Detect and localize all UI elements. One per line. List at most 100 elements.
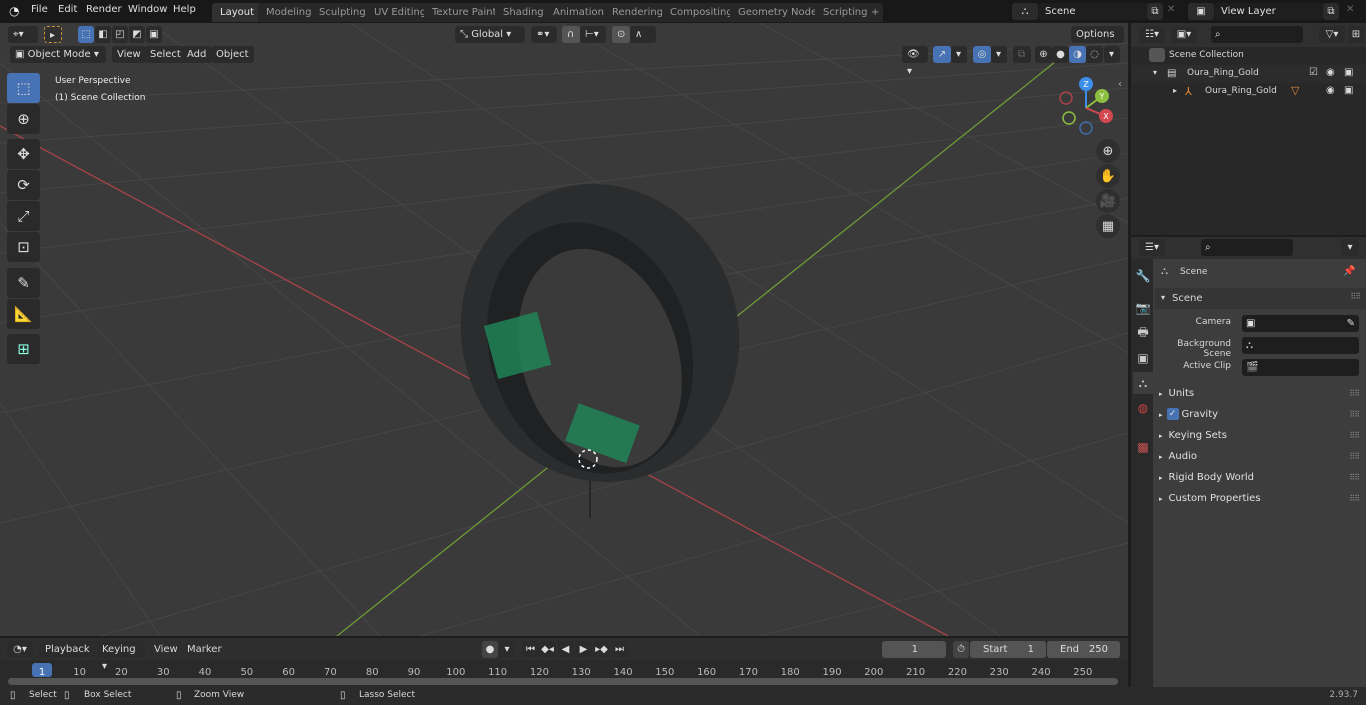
delete-view-layer-icon[interactable]: ✕ xyxy=(1346,4,1354,15)
new-view-layer-icon[interactable]: ⧉ xyxy=(1323,3,1339,20)
units-section[interactable]: ▸ Units ⠿⠿ xyxy=(1159,383,1365,404)
tab-layout[interactable]: Layout xyxy=(212,3,262,22)
texture-tab-icon[interactable]: ▩ xyxy=(1133,436,1153,458)
tab-animation[interactable]: Animation xyxy=(545,3,612,22)
drag-handle-icon[interactable]: ⠿⠿ xyxy=(1350,292,1361,301)
rigid-body-world-section[interactable]: ▸ Rigid Body World ⠿⠿ xyxy=(1159,467,1365,488)
tool-select-icon[interactable]: ▸ xyxy=(44,26,62,43)
rendered-shading-icon[interactable]: ◌ xyxy=(1086,46,1103,63)
tab-sculpting[interactable]: Sculpting xyxy=(311,3,374,22)
current-frame-field[interactable]: 1 xyxy=(882,641,946,658)
mode-difference-icon[interactable]: ◩ xyxy=(129,26,145,43)
tab-shading[interactable]: Shading xyxy=(495,3,552,22)
measure-tool[interactable]: 📐 xyxy=(7,299,40,329)
auto-key-icon[interactable]: ● xyxy=(482,641,498,658)
blender-logo-icon[interactable]: ◔ xyxy=(9,4,19,18)
properties-options-icon[interactable]: ▾ xyxy=(1341,239,1359,256)
pin-icon[interactable]: 📌 xyxy=(1343,266,1355,277)
view-layer-selector-icon[interactable]: ▣ xyxy=(1188,3,1214,20)
menu-add[interactable]: Add xyxy=(182,46,212,63)
overlay-toggle-icon[interactable]: ◎ xyxy=(973,46,991,63)
solid-shading-icon[interactable]: ● xyxy=(1052,46,1069,63)
new-scene-icon[interactable]: ⧉ xyxy=(1147,3,1163,20)
menu-object[interactable]: Object xyxy=(211,46,254,63)
playback-menu[interactable]: Playback ▾ xyxy=(40,641,96,672)
annotate-tool[interactable]: ✎ xyxy=(7,268,40,298)
options-dropdown[interactable]: Options ▾ xyxy=(1071,26,1124,57)
expand-arrow-icon[interactable]: ▸ xyxy=(1173,86,1177,95)
gravity-checkbox[interactable]: ✓ xyxy=(1166,408,1179,420)
transform-orientation-dropdown[interactable]: ⤡ Global ▾ xyxy=(455,26,525,43)
gizmo-toggle-icon[interactable]: ↗ xyxy=(933,46,951,63)
timeline-editor-type-icon[interactable]: ◔▾ xyxy=(7,641,33,658)
select-box-tool[interactable]: ⬚ xyxy=(7,73,40,103)
jump-end-icon[interactable]: ⏭ xyxy=(611,641,628,658)
drag-handle-icon[interactable]: ⠿⠿ xyxy=(1349,383,1360,404)
snap-target-icon[interactable]: ⊢▾ xyxy=(580,26,606,43)
drag-handle-icon[interactable]: ⠿⠿ xyxy=(1349,446,1360,467)
camera-field[interactable]: ▣ ✎ xyxy=(1242,315,1359,332)
mode-extend-icon[interactable]: ◧ xyxy=(95,26,111,43)
render-tab-icon[interactable]: 📷 xyxy=(1133,297,1153,319)
view-layer-name-field[interactable]: View Layer xyxy=(1215,3,1323,20)
menu-view[interactable]: View xyxy=(112,46,146,63)
drag-handle-icon[interactable]: ⠿⠿ xyxy=(1349,488,1360,509)
scale-tool[interactable]: ⤢ xyxy=(7,201,40,231)
audio-section[interactable]: ▸ Audio ⠿⠿ xyxy=(1159,446,1365,467)
drag-handle-icon[interactable]: ⠿⠿ xyxy=(1349,467,1360,488)
delete-scene-icon[interactable]: ✕ xyxy=(1167,4,1175,15)
properties-search-input[interactable]: ⌕ xyxy=(1201,239,1293,256)
rotate-tool[interactable]: ⟳ xyxy=(7,170,40,200)
eye-icon[interactable]: ◉ xyxy=(1326,85,1335,96)
end-frame-field[interactable]: End 250 xyxy=(1047,641,1120,658)
mode-intersect-icon[interactable]: ▣ xyxy=(146,26,162,43)
snap-toggle-icon[interactable]: ∩ xyxy=(562,26,580,43)
mode-dropdown[interactable]: ▣ Object Mode ▾ xyxy=(10,46,106,63)
outliner-search-input[interactable]: ⌕ xyxy=(1211,26,1303,43)
outliner-row-collection[interactable]: ▾ ▤ Oura_Ring_Gold ☑ ◉ ▣ xyxy=(1131,65,1366,83)
tab-compositing[interactable]: Compositing xyxy=(662,3,741,22)
pivot-point-icon[interactable]: ⚭▾ xyxy=(531,26,557,43)
outliner-row-object[interactable]: ▸ ⅄ Oura_Ring_Gold ▽ ◉ ▣ xyxy=(1131,83,1366,101)
marker-menu[interactable]: Marker xyxy=(187,644,222,655)
add-workspace-button[interactable]: + xyxy=(867,3,884,22)
prev-keyframe-icon[interactable]: ◆◂ xyxy=(539,641,556,658)
menu-file[interactable]: File xyxy=(31,4,48,15)
falloff-icon[interactable]: ∧ xyxy=(630,26,656,43)
expand-arrow-icon[interactable]: ▾ xyxy=(1153,68,1157,77)
filter-icon[interactable]: ▽▾ xyxy=(1319,26,1345,43)
sidebar-toggle-icon[interactable]: ‹ xyxy=(1118,79,1122,90)
tool-tab-icon[interactable]: 🔧 xyxy=(1133,265,1153,287)
mode-subtract-icon[interactable]: ◰ xyxy=(112,26,128,43)
next-keyframe-icon[interactable]: ▸◆ xyxy=(593,641,610,658)
scene-name-field[interactable]: Scene xyxy=(1039,3,1147,20)
drag-handle-icon[interactable]: ⠿⠿ xyxy=(1349,425,1360,446)
outliner-row-scene-collection[interactable]: Scene Collection xyxy=(1131,47,1366,65)
zoom-view-button[interactable]: ⊕ xyxy=(1096,139,1120,163)
oura-ring-model[interactable] xyxy=(440,173,760,503)
timeline-scrollbar[interactable] xyxy=(8,678,1118,685)
play-icon[interactable]: ▶ xyxy=(575,641,592,658)
editor-type-icon[interactable]: ⌖▾ xyxy=(8,26,38,43)
xray-toggle-icon[interactable]: ⧉ xyxy=(1013,46,1031,63)
menu-window[interactable]: Window xyxy=(128,4,167,15)
material-shading-icon[interactable]: ◑ xyxy=(1069,46,1086,63)
wireframe-shading-icon[interactable]: ⊕ xyxy=(1035,46,1052,63)
auto-key-dropdown-icon[interactable]: ▾ xyxy=(499,641,515,658)
menu-help[interactable]: Help xyxy=(173,4,196,15)
mesh-data-icon[interactable]: ▽ xyxy=(1291,84,1299,97)
navigation-gizmo[interactable]: Z Y X xyxy=(1055,76,1120,136)
scene-panel-header[interactable]: ▾ Scene ⠿⠿ xyxy=(1155,288,1366,309)
keying-menu[interactable]: Keying ▾ xyxy=(97,641,145,672)
move-tool[interactable]: ✥ xyxy=(7,139,40,169)
exclude-checkbox[interactable]: ☑ xyxy=(1309,67,1318,78)
gizmo-dropdown-icon[interactable]: ▾ xyxy=(951,46,967,63)
stopwatch-icon[interactable]: ⏱ xyxy=(953,641,969,658)
eye-icon[interactable]: ◉ xyxy=(1326,67,1335,78)
gravity-section[interactable]: ▸ ✓ Gravity ⠿⠿ xyxy=(1159,404,1365,425)
display-mode-icon[interactable]: ▣▾ xyxy=(1171,26,1197,43)
world-tab-icon[interactable]: ◍ xyxy=(1133,397,1153,419)
overlay-dropdown-icon[interactable]: ▾ xyxy=(991,46,1007,63)
menu-edit[interactable]: Edit xyxy=(58,4,77,15)
add-cube-tool[interactable]: ⊞ xyxy=(7,334,40,364)
